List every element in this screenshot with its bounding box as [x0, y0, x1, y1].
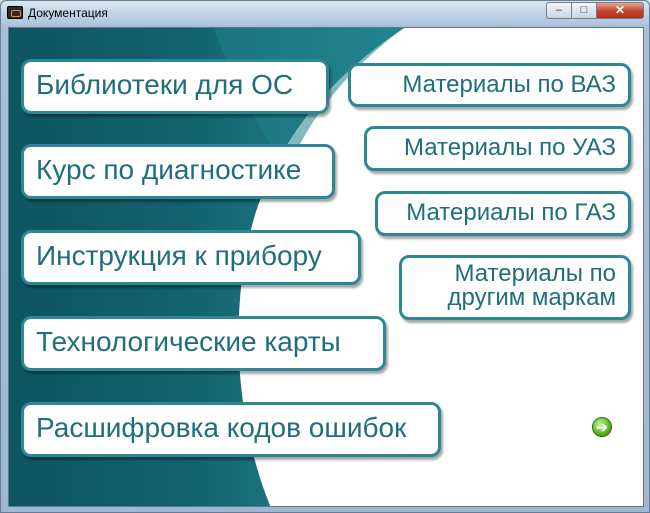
minimize-button[interactable]: –	[546, 2, 572, 19]
other-brands-line-2: другим маркам	[447, 284, 616, 311]
close-button[interactable]: ✕	[596, 2, 644, 19]
window-title: Документация	[28, 6, 108, 20]
title-bar[interactable]: Документация – □ ✕	[1, 1, 649, 25]
diagnostics-course-button[interactable]: Курс по диагностике	[21, 144, 335, 199]
vaz-materials-button[interactable]: Материалы по ВАЗ	[348, 63, 631, 107]
tech-maps-button[interactable]: Технологические карты	[21, 316, 386, 371]
device-manual-button[interactable]: Инструкция к прибору	[21, 230, 361, 285]
other-brands-line-1: Материалы по	[454, 260, 616, 287]
app-icon	[7, 6, 23, 19]
error-codes-button[interactable]: Расшифровка кодов ошибок	[21, 402, 441, 457]
other-brands-materials-button[interactable]: Материалы по другим маркам	[399, 255, 631, 320]
content-area: Библиотеки для ОС Курс по диагностике Ин…	[8, 27, 644, 507]
libraries-button[interactable]: Библиотеки для ОС	[21, 59, 329, 114]
uaz-materials-button[interactable]: Материалы по УАЗ	[364, 126, 631, 171]
green-arrow-right-icon[interactable]: ➔	[592, 417, 612, 437]
window: Документация – □ ✕ Библиотеки для ОС Кур…	[0, 0, 650, 513]
maximize-button[interactable]: □	[571, 2, 597, 19]
gaz-materials-button[interactable]: Материалы по ГАЗ	[375, 191, 631, 236]
